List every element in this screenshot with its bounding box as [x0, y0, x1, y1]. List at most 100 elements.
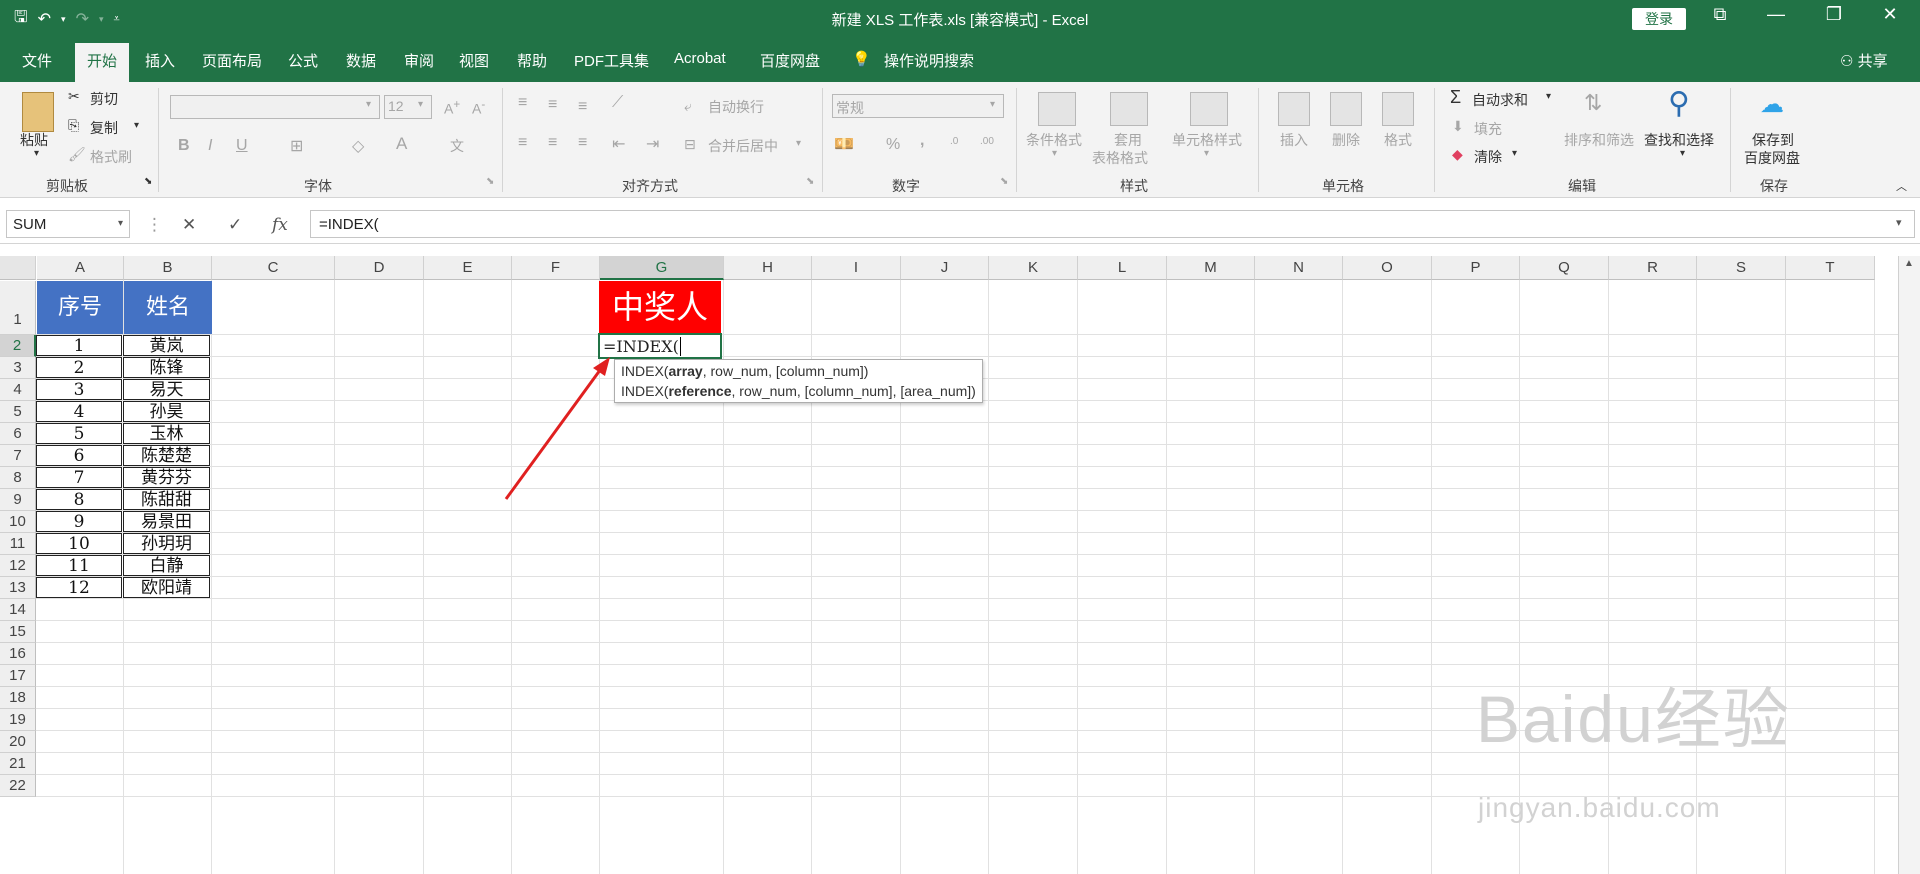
delete-cells-button[interactable]: 删除 — [1332, 130, 1360, 150]
align-middle-icon[interactable]: ≡ — [548, 96, 557, 114]
merge-center-button[interactable]: 合并后居中 — [708, 136, 778, 156]
format-cells-button[interactable]: 格式 — [1384, 130, 1412, 150]
font-name-select[interactable] — [170, 95, 380, 119]
decrease-indent-icon[interactable]: ⇤ — [612, 134, 625, 154]
expand-formula-bar-icon[interactable]: ▾ — [1896, 216, 1902, 229]
bold-button[interactable]: B — [178, 137, 190, 155]
format-as-table-line2[interactable]: 表格格式 — [1092, 148, 1148, 168]
login-button[interactable]: 登录 — [1632, 8, 1686, 30]
increase-decimal-icon[interactable]: .0 — [950, 136, 958, 147]
copy-dropdown-icon[interactable]: ▾ — [134, 120, 139, 131]
enter-icon[interactable]: ✓ — [228, 215, 242, 235]
find-icon[interactable]: ⚲ — [1668, 86, 1690, 121]
share-button[interactable]: ⚇ 共享 — [1840, 50, 1888, 71]
collapse-ribbon-icon[interactable]: ︿ — [1896, 178, 1907, 194]
save-to-cloud-line1[interactable]: 保存到 — [1752, 130, 1794, 150]
cancel-icon[interactable]: ✕ — [182, 215, 196, 235]
format-painter-icon[interactable]: 🖌 — [68, 146, 86, 163]
formula-input[interactable]: =INDEX( — [310, 210, 1915, 238]
clipboard-launcher-icon[interactable]: ⬊ — [144, 176, 152, 187]
tab-home[interactable]: 开始 — [75, 43, 130, 82]
close-icon[interactable]: ✕ — [1870, 4, 1910, 25]
cell-styles-icon[interactable] — [1190, 92, 1228, 126]
italic-button[interactable]: I — [208, 137, 212, 155]
cell-styles-button[interactable]: 单元格样式 — [1172, 130, 1242, 150]
tab-view[interactable]: 视图 — [459, 50, 489, 71]
insert-function-icon[interactable]: fx — [272, 215, 288, 235]
number-launcher-icon[interactable]: ⬊ — [1000, 176, 1008, 187]
tab-insert[interactable]: 插入 — [145, 50, 175, 71]
autosum-icon[interactable]: Σ — [1450, 87, 1461, 108]
find-select-dropdown-icon[interactable]: ▾ — [1680, 148, 1685, 159]
tab-baidu-netdisk[interactable]: 百度网盘 — [760, 50, 820, 71]
format-painter-button[interactable]: 格式刷 — [90, 147, 132, 167]
comma-button[interactable]: , — [920, 132, 924, 150]
tab-review[interactable]: 审阅 — [404, 50, 434, 71]
eraser-icon[interactable]: ◆ — [1452, 146, 1463, 163]
clear-button[interactable]: 清除 — [1474, 147, 1502, 167]
font-color-icon[interactable]: A — [396, 134, 407, 154]
tab-help[interactable]: 帮助 — [517, 50, 547, 71]
borders-icon[interactable]: ⊞ — [290, 136, 303, 156]
tab-formulas[interactable]: 公式 — [288, 50, 318, 71]
align-right-icon[interactable]: ≡ — [578, 134, 587, 152]
format-cells-icon[interactable] — [1382, 92, 1414, 126]
sort-filter-button[interactable]: 排序和筛选 — [1564, 130, 1634, 150]
conditional-format-button[interactable]: 条件格式 — [1026, 130, 1082, 150]
align-left-icon[interactable]: ≡ — [518, 134, 527, 152]
conditional-format-icon[interactable] — [1038, 92, 1076, 126]
worksheet-grid[interactable]: A B C D E F G H I J K L M N O P Q R S T 1 2 3 4 5 6 7 8 9 10 11 12 13 14 1… — [0, 256, 1898, 874]
wrap-text-icon[interactable]: ⤶ — [684, 98, 692, 115]
tab-pdf-tools[interactable]: PDF工具集 — [574, 50, 649, 71]
sort-filter-icon[interactable]: ⇅ — [1584, 90, 1602, 116]
wrap-text-button[interactable]: 自动换行 — [708, 97, 764, 117]
vertical-scrollbar[interactable]: ▲ — [1898, 256, 1920, 874]
tab-data[interactable]: 数据 — [346, 50, 376, 71]
copy-button[interactable]: 复制 — [90, 118, 118, 138]
minimize-icon[interactable]: — — [1756, 4, 1796, 25]
number-format-dropdown-icon[interactable]: ▾ — [990, 99, 995, 110]
baidu-cloud-icon[interactable]: ☁ — [1760, 90, 1784, 119]
save-to-cloud-line2[interactable]: 百度网盘 — [1744, 148, 1800, 168]
insert-cells-icon[interactable] — [1278, 92, 1310, 126]
tab-acrobat[interactable]: Acrobat — [674, 50, 726, 67]
tab-file[interactable]: 文件 — [22, 50, 52, 71]
align-bottom-icon[interactable]: ≡ — [578, 98, 587, 116]
autosum-dropdown-icon[interactable]: ▾ — [1546, 91, 1551, 102]
paste-dropdown-icon[interactable]: ▾ — [34, 148, 39, 159]
font-name-dropdown-icon[interactable]: ▾ — [366, 99, 371, 110]
clear-dropdown-icon[interactable]: ▾ — [1512, 148, 1517, 159]
delete-cells-icon[interactable] — [1330, 92, 1362, 126]
fill-icon[interactable]: ⬇ — [1452, 118, 1464, 135]
shrink-font-icon[interactable]: A- — [472, 98, 485, 117]
cut-button[interactable]: 剪切 — [90, 89, 118, 109]
paste-button[interactable]: 粘贴 — [20, 130, 48, 150]
phonetic-icon[interactable]: 文 — [450, 136, 464, 156]
merge-center-icon[interactable]: ⊟ — [684, 136, 696, 153]
merge-dropdown-icon[interactable]: ▾ — [796, 138, 801, 149]
underline-button[interactable]: U — [236, 137, 248, 155]
fill-color-icon[interactable]: ◇ — [352, 136, 364, 156]
format-as-table-line1[interactable]: 套用 — [1114, 130, 1142, 150]
find-select-button[interactable]: 查找和选择 — [1644, 130, 1714, 150]
format-as-table-icon[interactable] — [1110, 92, 1148, 126]
ribbon-display-icon[interactable]: ⧉ — [1700, 4, 1740, 25]
tell-me-search[interactable]: 操作说明搜索 — [884, 50, 974, 71]
grow-font-icon[interactable]: A+ — [444, 98, 460, 117]
fill-button[interactable]: 填充 — [1474, 119, 1502, 139]
decrease-decimal-icon[interactable]: .00 — [980, 136, 994, 147]
percent-button[interactable]: % — [886, 136, 900, 154]
insert-cells-button[interactable]: 插入 — [1280, 130, 1308, 150]
more-options-icon[interactable]: ⋮ — [146, 215, 163, 235]
alignment-launcher-icon[interactable]: ⬊ — [806, 176, 814, 187]
align-top-icon[interactable]: ≡ — [518, 94, 527, 112]
font-launcher-icon[interactable]: ⬊ — [486, 176, 494, 187]
autosum-button[interactable]: 自动求和 — [1472, 90, 1528, 110]
cell-styles-dropdown-icon[interactable]: ▾ — [1204, 148, 1209, 159]
scroll-up-icon[interactable]: ▲ — [1904, 258, 1914, 269]
copy-icon[interactable]: ⎘ — [68, 117, 79, 134]
tab-page-layout[interactable]: 页面布局 — [202, 50, 262, 71]
paste-icon[interactable] — [22, 92, 54, 132]
align-center-icon[interactable]: ≡ — [548, 134, 557, 152]
accounting-format-icon[interactable]: 💴 — [834, 134, 854, 154]
